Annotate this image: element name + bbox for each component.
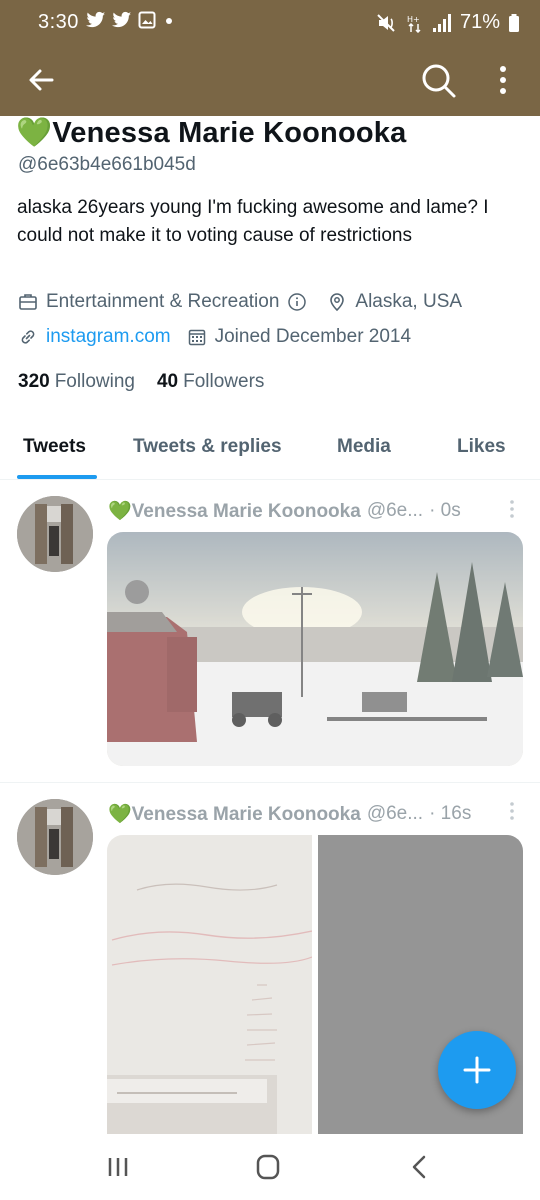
avatar[interactable] [17,799,93,875]
followers-link[interactable]: 40 Followers [157,371,264,393]
battery-percent: 71% [459,11,500,33]
mute-icon [377,13,395,32]
link-icon [21,330,35,344]
tweet-author-name[interactable]: 💚Venessa Marie Koonooka [108,802,361,826]
system-nav-bar [0,1134,540,1200]
search-icon[interactable] [416,58,460,102]
dot-icon [166,18,172,24]
twitter-icon [112,11,132,28]
profile-joined-date: Joined December 2014 [214,326,412,347]
back-icon[interactable] [400,1152,440,1182]
tweet-media-image[interactable] [107,532,523,766]
info-icon[interactable] [287,292,307,312]
tab-tweets-and-replies[interactable]: Tweets & replies [133,436,282,458]
plus-icon [463,1056,491,1084]
more-vertical-icon[interactable] [490,60,516,100]
tweet-author-handle: @6e... [366,803,424,824]
profile-name: 💚 Venessa Marie Koonooka [16,116,406,150]
profile-name-text: Venessa Marie Koonooka [52,116,407,149]
follow-counts: 320 Following 40 Followers [18,371,264,393]
calendar-icon [188,329,205,346]
profile-handle: @6e63b4e661b045d [18,154,196,175]
tweet-header: 💚Venessa Marie Koonooka @6e... · 16s [108,802,471,826]
signal-icon [432,13,451,32]
status-bar: 3:30 H+ 71% [0,0,540,44]
location-pin-icon [330,293,345,312]
followers-count: 40 [156,371,179,392]
tweet-divider [0,782,540,783]
home-icon[interactable] [248,1152,288,1182]
briefcase-icon [19,294,37,310]
tweet-author-name[interactable]: 💚Venessa Marie Koonooka [108,499,361,523]
twitter-icon [86,11,106,28]
following-label: Following [54,371,135,392]
tweet-media-image[interactable] [107,835,312,1135]
following-link[interactable]: 320 Following [18,371,135,393]
profile-tabs: Tweets Tweets & replies Media Likes [0,420,540,480]
profile-app-bar [0,44,540,116]
profile-bio: alaska 26years young I'm fucking awesome… [17,197,489,246]
status-system-icons: H+ 71% [376,11,520,34]
tab-media[interactable]: Media [337,436,391,458]
status-time: 3:30 [38,11,79,33]
profile-website-link[interactable]: instagram.com [46,326,171,348]
active-tab-indicator [17,475,97,479]
data-arrows-icon: H+ [407,15,421,33]
tweet-timestamp: · 16s [429,803,472,824]
following-count: 320 [18,371,50,392]
profile-meta-row-2: instagram.com Joined December 2014 [18,326,411,348]
followers-label: Followers [183,371,265,392]
tweet-more-icon[interactable] [506,498,518,522]
profile-location: Alaska, USA [355,291,463,312]
gallery-icon [138,11,156,29]
tab-likes[interactable]: Likes [457,436,506,458]
battery-icon [509,13,519,32]
avatar[interactable] [17,496,93,572]
profile-category: Entertainment & Recreation [46,291,280,312]
profile-meta-row-1: Entertainment & Recreation Alaska, USA [18,291,462,313]
tweet-timestamp: · 0s [429,500,461,521]
svg-text:H+: H+ [407,15,420,24]
tweet-more-icon[interactable] [506,800,518,824]
status-notification-icons [86,11,176,29]
recents-icon[interactable] [98,1152,138,1182]
tab-tweets[interactable]: Tweets [23,436,86,458]
tweet-author-handle: @6e... [366,500,424,521]
green-heart-icon: 💚 [16,117,53,149]
tweet-header: 💚Venessa Marie Koonooka @6e... · 0s [108,499,461,523]
compose-tweet-button[interactable] [438,1031,516,1109]
back-arrow-icon[interactable] [22,60,62,100]
